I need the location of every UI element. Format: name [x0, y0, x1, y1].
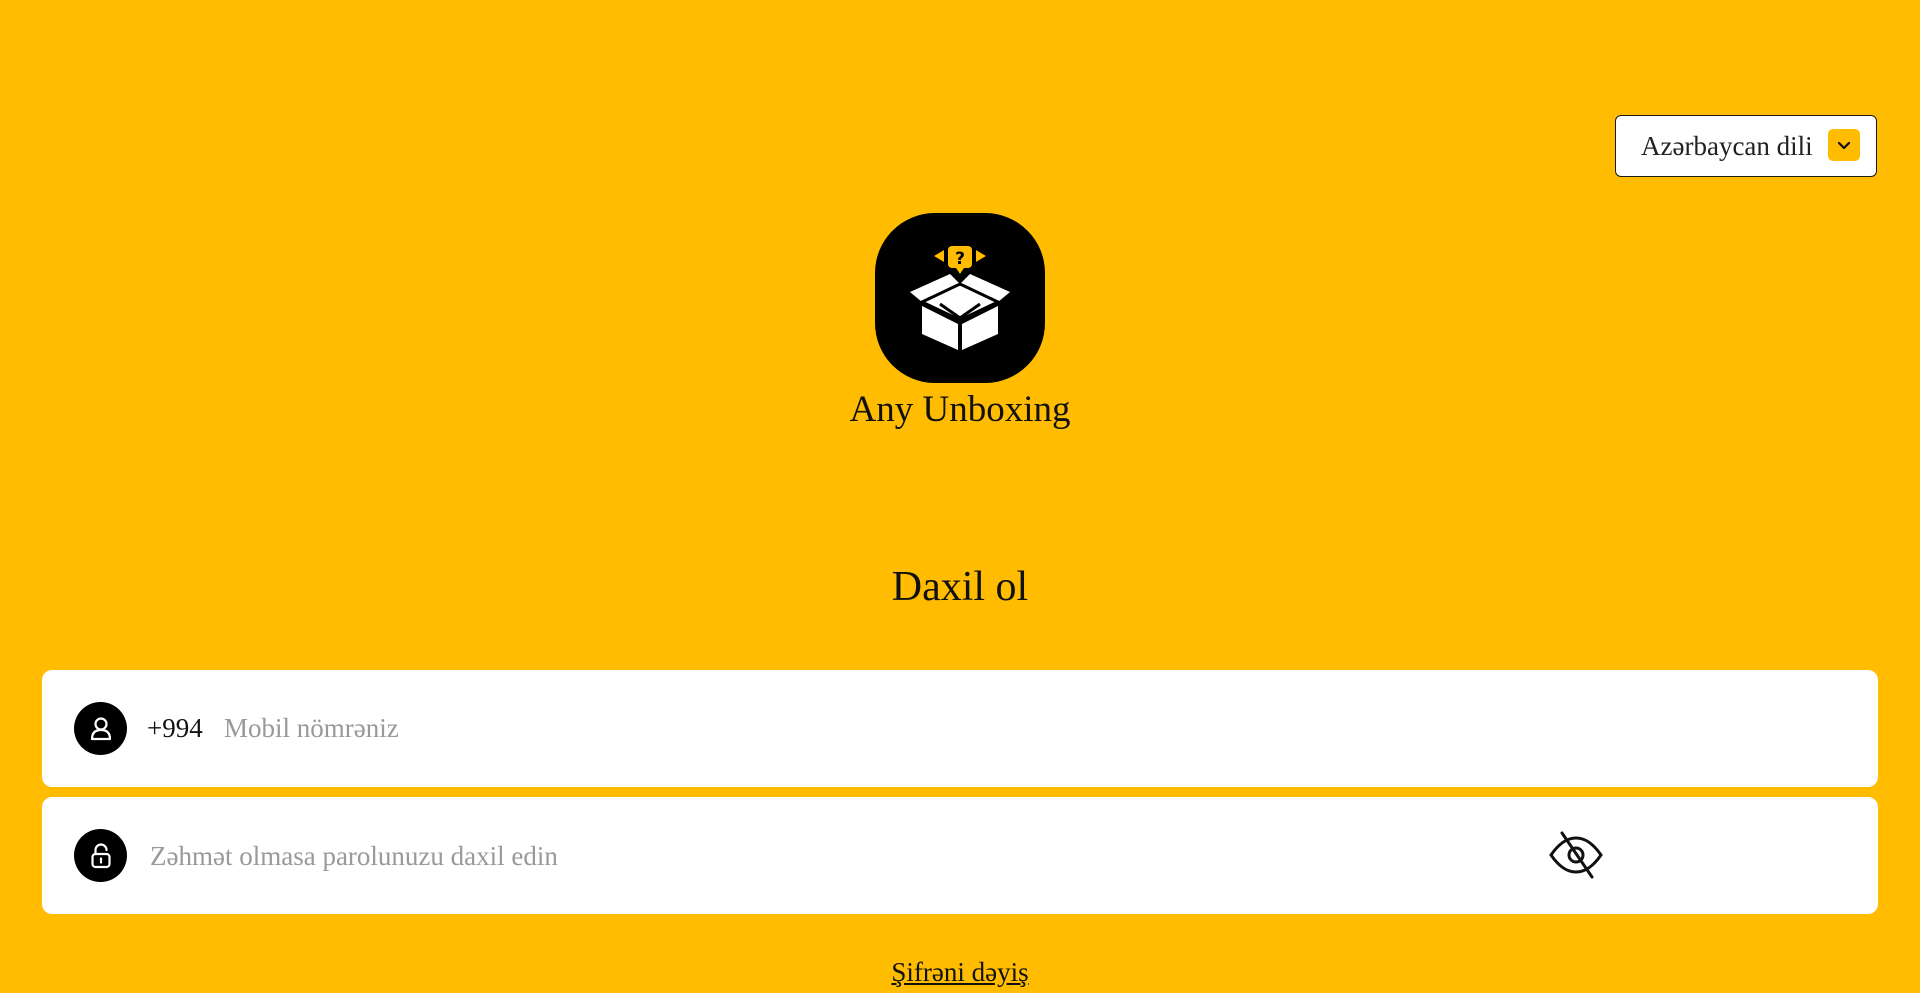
- password-input[interactable]: [148, 827, 1552, 886]
- svg-text:?: ?: [955, 249, 965, 269]
- user-icon: [74, 702, 127, 755]
- language-select-value: Azərbaycan dili: [1641, 130, 1813, 161]
- open-box-question-icon: ?: [910, 246, 1010, 350]
- phone-input[interactable]: [224, 700, 1724, 757]
- app-logo: ?: [875, 213, 1045, 383]
- page-title: Daxil ol: [891, 564, 1029, 610]
- lock-icon: [74, 829, 127, 882]
- phone-country-code: +994: [147, 713, 203, 743]
- phone-field[interactable]: +994: [42, 670, 1878, 787]
- brand-name: Any Unboxing: [849, 389, 1071, 430]
- eye-off-icon[interactable]: [1548, 830, 1604, 880]
- chevron-down-icon[interactable]: [1828, 129, 1860, 161]
- password-field[interactable]: [42, 797, 1878, 914]
- change-password-link[interactable]: Şifrəni dəyiş: [0, 957, 1920, 988]
- language-select[interactable]: Azərbaycan dili: [1615, 115, 1877, 177]
